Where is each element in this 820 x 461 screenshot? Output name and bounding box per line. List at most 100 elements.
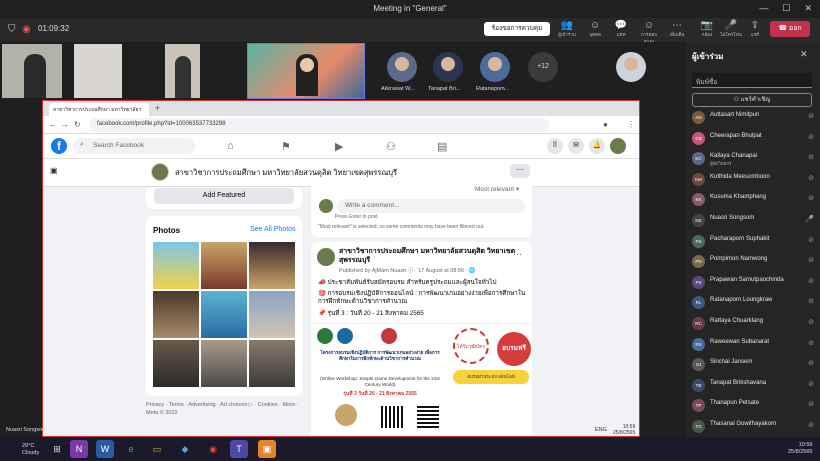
active-speaker-tile[interactable] [247,43,365,99]
gaming-icon[interactable]: ▤ [437,140,447,153]
participant-row[interactable]: AN Auttasart Nimitpun ⊘ [692,108,816,128]
camera-button[interactable]: 📷 กล้อง [694,20,720,38]
mascot-icon [335,404,357,426]
chrome-icon[interactable]: ◉ [204,440,222,458]
word-icon[interactable]: W [96,440,114,458]
file-explorer-icon[interactable]: ▭ [148,440,166,458]
participants-button[interactable]: 👥 ผู้เข้าร่วม [554,20,580,38]
photo-thumb[interactable] [153,242,199,289]
share-icon: ⇪ [750,20,760,31]
avatar[interactable] [387,52,417,82]
forward-icon[interactable]: → [61,120,69,129]
photo-thumb[interactable] [201,340,247,387]
maximize-icon[interactable]: ☐ [782,3,790,14]
participant-row[interactable]: TB Tanapat Brikshavana ⊘ [692,376,816,396]
facebook-search-input[interactable]: ⌕ Search Facebook [73,138,195,154]
mic-off-icon: ⊘ [808,298,814,306]
participant-row[interactable]: TG Thasanai Gowithayakorn ⊘ [692,417,816,437]
share-button[interactable]: ⇪ แชร์ [742,20,768,38]
participant-row[interactable]: TP Thanapun Petsate ⊘ [692,396,816,416]
photo-thumb[interactable] [201,242,247,289]
participant-row[interactable]: SJ Sinchai Jansem ⊘ [692,355,816,375]
participant-search-input[interactable]: พิมพ์ชื่อ [692,73,812,88]
teams-icon[interactable]: T [230,440,248,458]
facebook-logo-icon[interactable]: f [51,138,67,154]
menu-icon[interactable]: ⋮ [627,120,635,129]
add-featured-button[interactable]: Add Featured [154,188,294,204]
photo-thumb[interactable] [249,242,295,289]
meeting-timer: 01:09:32 [38,24,70,33]
leave-button[interactable]: ☎ ออก [770,21,810,37]
groups-icon[interactable]: ⚇ [386,140,396,153]
page-avatar[interactable] [151,163,169,181]
avatar[interactable] [616,52,646,82]
participant-row[interactable]: PS Prapawan Samutpaochinda ⊘ [692,273,816,293]
people-button[interactable]: ☺ บุคคล [582,20,608,38]
post-author-avatar[interactable] [317,248,335,266]
avatar[interactable] [480,52,510,82]
see-all-photos-link[interactable]: See All Photos [250,226,296,233]
reload-icon[interactable]: ↻ [74,120,81,129]
participant-name: Raweewan Subanarat [710,338,770,345]
app-icon[interactable]: ◆ [176,440,194,458]
menu-grid-icon[interactable]: ⠿ [547,138,563,154]
chat-icon: 💬 [614,20,628,31]
avatar: TB [692,378,705,392]
photo-thumb[interactable] [153,291,199,338]
close-icon[interactable]: ✕ [804,3,812,14]
home-icon[interactable]: ⌂ [227,140,234,152]
photo-thumb[interactable] [249,340,295,387]
messenger-icon[interactable]: ✉ [568,138,584,154]
comment-sort-dropdown[interactable]: Most relevant ▾ [475,185,519,193]
onenote-icon[interactable]: N [70,440,88,458]
participant-row[interactable]: KC Kallaya Chanapai ผู้จัดวิทยกร ⊘ [692,149,816,169]
chat-button[interactable]: 💬 แชท [608,20,634,38]
video-tile-3[interactable] [165,44,200,98]
app-icon-orange[interactable]: ▣ [258,440,276,458]
participant-row[interactable]: PS Pacharaporn Suphakit ⊘ [692,232,816,252]
participant-row[interactable]: PN Pompimon Namwong ⊘ [692,252,816,272]
more-participants-badge[interactable]: +12 [528,52,558,82]
new-tab-icon[interactable]: + [155,103,160,113]
more-options-button[interactable]: ⋯ [510,164,530,178]
url-input[interactable]: facebook.com/profile.php?id=100063537733… [89,118,549,132]
post-image[interactable]: ได้รับวุฒิบัตร อบรมฟรี โครงการอบรมเชิงปฏ… [311,323,532,436]
avatar[interactable] [433,52,463,82]
photo-thumb[interactable] [153,340,199,387]
windows-start-icon[interactable]: ⊞ [48,440,66,458]
participant-row[interactable]: RS Raweewan Subanarat ⊘ [692,335,816,355]
facebook-footer[interactable]: Privacy · Terms · Advertising · Ad choic… [146,401,306,417]
window-controls[interactable]: — ☐ ✕ [759,3,812,14]
mic-off-icon: ⊘ [808,113,814,120]
participant-row[interactable]: RL Ratanaporn Loungkraw ⊘ [692,293,816,313]
minimize-icon[interactable]: — [759,3,768,14]
request-control-button[interactable]: ร้องขอการควบคุม [484,22,550,36]
post-author-name[interactable]: สาขาวิชาการประถมศึกษา มหาวิทยาลัยสวนดุสิ… [339,247,519,265]
profile-icon[interactable]: ● [603,120,608,129]
post-options-icon[interactable]: ⋯ [513,249,522,260]
participant-row[interactable]: KK Kusuma Khamphang ⊘ [692,190,816,210]
close-panel-icon[interactable]: ✕ [800,49,808,60]
share-invite-button[interactable]: ⚇ แชร์คำเชิญ [692,93,812,107]
notifications-icon[interactable]: 🔔 [589,138,605,154]
video-icon[interactable]: ▶ [335,140,343,153]
flag-icon[interactable]: ⚑ [281,140,291,153]
account-icon[interactable] [610,138,626,154]
sidebar-toggle-icon[interactable]: ▣ [50,166,58,175]
video-tile-2[interactable] [74,44,122,98]
weather-widget[interactable]: 29°C Cloudy [22,443,39,457]
participant-row[interactable]: RC Rattaya Chuarklang ⊘ [692,314,816,334]
photo-thumb[interactable] [249,291,295,338]
browser-tab[interactable]: สาขาวิชาการประถมศึกษา มหาวิทยาลัยฯ [49,103,149,116]
comment-input[interactable]: Write a comment... [337,199,525,213]
more-button[interactable]: ⋯ เพิ่มเติม [664,20,690,38]
back-icon[interactable]: ← [49,120,57,129]
video-tile-1[interactable] [2,44,62,98]
system-clock[interactable]: 10:59 25/8/2565 [788,442,812,456]
participant-row[interactable]: KM Kulthida Meesomboon ⊘ [692,170,816,190]
mic-button[interactable]: 🎤 ไมโครโฟน [718,20,744,38]
participant-row[interactable]: NS Nuasri Songsom 🎤 [692,211,816,231]
edge-icon[interactable]: e [122,440,140,458]
photo-thumb[interactable] [201,291,247,338]
participant-row[interactable]: CB Cheerapan Bhulpat ⊘ [692,129,816,149]
